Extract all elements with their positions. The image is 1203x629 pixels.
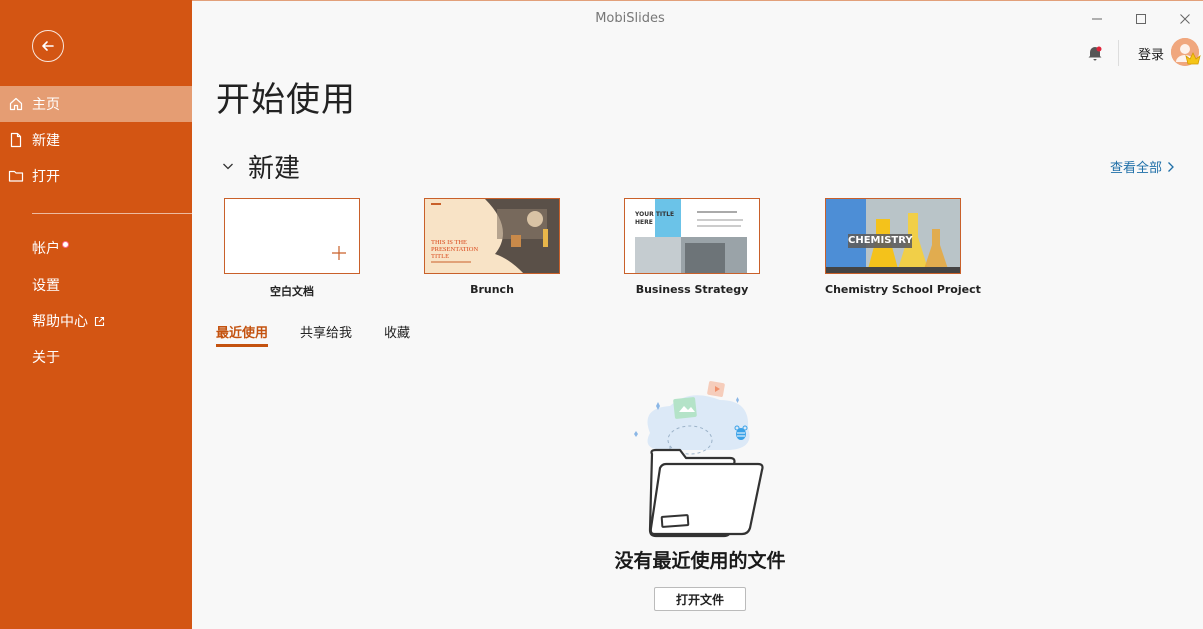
brunch-thumb-title: THIS IS THE PRESENTATION TITLE xyxy=(431,239,479,260)
see-all-link[interactable]: 查看全部 xyxy=(1110,157,1175,176)
nav-label: 新建 xyxy=(32,133,60,149)
template-thumbnail: CHEMISTRY xyxy=(825,198,961,274)
template-chemistry[interactable]: CHEMISTRY Chemistry School Project xyxy=(825,198,981,296)
tab-favorites[interactable]: 收藏 xyxy=(384,322,410,341)
chemistry-thumb-title: CHEMISTRY xyxy=(848,235,913,246)
bell-icon xyxy=(1088,46,1102,61)
sidebar-link-account[interactable]: 帐户 xyxy=(32,238,69,258)
empty-state-message: 没有最近使用的文件 xyxy=(614,550,786,572)
template-name: Chemistry School Project xyxy=(825,283,981,296)
chevron-right-icon xyxy=(1168,161,1174,172)
minimize-button[interactable] xyxy=(1086,8,1108,30)
chevron-down-icon xyxy=(223,163,233,170)
open-file-button[interactable]: 打开文件 xyxy=(654,587,746,611)
collapse-new-section-button[interactable] xyxy=(220,158,236,174)
template-thumbnail: THIS IS THE PRESENTATION TITLE xyxy=(424,198,560,274)
folder-icon xyxy=(8,168,24,184)
home-icon xyxy=(8,96,24,112)
page-title: 开始使用 xyxy=(216,80,356,120)
template-thumbnail xyxy=(224,198,360,274)
nav-label: 主页 xyxy=(32,97,60,113)
sidebar-divider xyxy=(32,213,192,214)
new-file-icon xyxy=(8,132,24,148)
sidebar-link-settings[interactable]: 设置 xyxy=(32,275,60,295)
plus-icon xyxy=(332,246,346,260)
template-name: Business Strategy xyxy=(635,283,749,296)
maximize-icon xyxy=(1136,14,1146,24)
brunch-photo-icon xyxy=(431,199,559,273)
arrow-left-icon xyxy=(42,41,54,51)
new-section-title: 新建 xyxy=(248,154,301,184)
sidebar: 主页 新建 打开 帐户 设置 帮助中心 关于 xyxy=(0,0,192,629)
close-button[interactable] xyxy=(1174,8,1196,30)
login-button[interactable]: 登录 xyxy=(1138,44,1164,63)
back-button[interactable] xyxy=(32,30,64,62)
template-thumbnail: YOUR TITLE HERE xyxy=(624,198,760,274)
template-business-strategy[interactable]: YOUR TITLE HERE Business Strategy xyxy=(624,198,760,296)
business-thumb-title: YOUR TITLE HERE xyxy=(635,211,675,226)
account-label: 帐户 xyxy=(32,241,60,257)
notification-button[interactable] xyxy=(1086,44,1104,62)
nav-item-new[interactable]: 新建 xyxy=(0,122,192,158)
template-blank[interactable]: 空白文档 xyxy=(224,198,360,299)
crown-icon xyxy=(1185,52,1201,65)
nav-item-home[interactable]: 主页 xyxy=(0,86,192,122)
tab-recent[interactable]: 最近使用 xyxy=(216,322,268,341)
maximize-button[interactable] xyxy=(1130,8,1152,30)
active-tab-indicator xyxy=(216,344,268,347)
see-all-label: 查看全部 xyxy=(1110,161,1163,176)
app-title: MobiSlides xyxy=(595,11,665,26)
window-top-border xyxy=(192,0,1203,1)
about-label: 关于 xyxy=(32,350,60,366)
close-icon xyxy=(1180,14,1190,24)
settings-label: 设置 xyxy=(32,278,60,294)
template-brunch[interactable]: THIS IS THE PRESENTATION TITLE Brunch xyxy=(424,198,560,296)
nav-label: 打开 xyxy=(32,169,60,185)
external-link-icon xyxy=(94,316,105,326)
notification-dot xyxy=(62,240,69,248)
help-label: 帮助中心 xyxy=(32,314,88,330)
avatar[interactable] xyxy=(1171,38,1201,66)
sidebar-link-about[interactable]: 关于 xyxy=(32,347,60,367)
tab-shared[interactable]: 共享给我 xyxy=(300,322,352,341)
minimize-icon xyxy=(1092,18,1102,20)
account-divider xyxy=(1118,40,1119,66)
sidebar-link-help[interactable]: 帮助中心 xyxy=(32,311,105,331)
template-name: 空白文档 xyxy=(270,285,314,298)
template-name: Brunch xyxy=(470,283,514,296)
nav-item-open[interactable]: 打开 xyxy=(0,158,192,194)
empty-folder-illustration-icon xyxy=(634,381,764,538)
